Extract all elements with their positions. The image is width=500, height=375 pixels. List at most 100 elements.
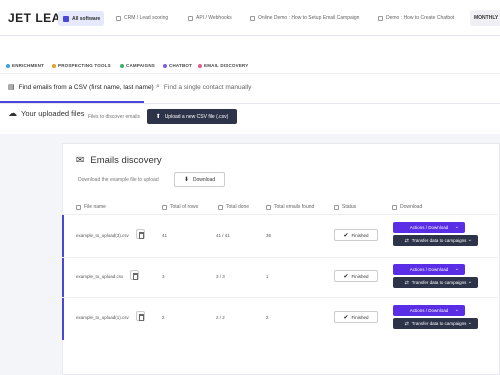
total-rows-cell: 41: [162, 233, 168, 238]
example-file-text: Download the example file to upload: [78, 177, 159, 183]
chevron-down-icon: ⌄: [467, 237, 472, 243]
actions-download-button[interactable]: Actions / Download ⌄: [393, 264, 465, 275]
nav-link-crm[interactable]: CRM / Lead scoring: [116, 15, 168, 21]
tab-csv[interactable]: ▤ Find emails from a CSV (first name, la…: [8, 83, 154, 92]
tab-single-label: Find a single contact manually: [163, 83, 252, 91]
chevron-down-icon: ⌄: [454, 307, 459, 313]
upload-csv-button[interactable]: ⬆ Upload a new CSV file (.csv): [147, 109, 237, 124]
actions-label: Actions / Download: [409, 308, 449, 313]
nav-link-label: Online Demo : How to Setup Email Campaig…: [258, 15, 360, 21]
column-header-label: Download: [400, 204, 423, 210]
transfer-icon: ⇄: [404, 320, 409, 327]
tab-single[interactable]: ⌕ Find a single contact manually: [156, 83, 251, 91]
status-label: Finished: [351, 314, 369, 320]
status-badge: ✔ Finished: [334, 229, 378, 241]
nav-link-demo-email[interactable]: Online Demo : How to Setup Email Campaig…: [250, 15, 359, 21]
file-icon: [76, 204, 81, 210]
plan-badge[interactable]: MONTHLY: [470, 10, 500, 26]
video-icon: [378, 15, 383, 21]
emails-found-cell: 1: [266, 274, 269, 279]
all-software-label: All software: [72, 15, 101, 22]
file-name-cell: example_to_upload(1).csv: [76, 315, 129, 320]
subnav-chatbot[interactable]: CHATBOT: [163, 63, 192, 68]
subnav-email-discovery[interactable]: EMAIL DISCOVERY: [198, 63, 249, 68]
subnav-label: EMAIL DISCOVERY: [204, 63, 249, 68]
subnav-label: PROSPECTING TOOLS: [58, 63, 111, 68]
column-header-label: Total emails found: [274, 204, 315, 210]
search-icon: ⌕: [156, 83, 160, 90]
column-header-total-rows: Total of rows: [162, 204, 198, 210]
row-accent: [62, 258, 64, 300]
column-header-emails-found: Total emails found: [266, 204, 314, 210]
download-example-button[interactable]: ⬇ Download: [174, 172, 225, 187]
download-example-label: Download: [192, 176, 216, 183]
file-name-cell: example_to_upload(3).csv: [76, 233, 129, 238]
actions-download-button[interactable]: Actions / Download ⌄: [393, 305, 465, 316]
envelope-icon: ✉: [76, 155, 85, 166]
product-subnav: ENRICHMENT PROSPECTING TOOLS CAMPAIGNS C…: [0, 58, 500, 74]
nav-link-label: CRM / Lead scoring: [124, 15, 169, 21]
nav-link-label: API / Webhooks: [196, 15, 232, 21]
top-navbar: JET LEADS All software CRM / Lead scorin…: [0, 0, 500, 36]
file-icon: ▤: [8, 84, 15, 91]
all-software-button[interactable]: All software: [58, 11, 104, 26]
enrichment-icon: [6, 63, 10, 68]
actions-download-button[interactable]: Actions / Download ⌄: [393, 222, 465, 233]
trash-icon[interactable]: [130, 270, 139, 280]
chevron-down-icon: ⌄: [467, 320, 472, 326]
subnav-enrichment[interactable]: ENRICHMENT: [6, 63, 44, 68]
tab-csv-label: Find emails from a CSV (first name, last…: [18, 83, 154, 91]
nav-link-api[interactable]: API / Webhooks: [188, 15, 232, 21]
subnav-campaigns[interactable]: CAMPAIGNS: [120, 63, 155, 68]
transfer-campaigns-button[interactable]: ⇄ Transfer data to campaigns ⌄: [393, 235, 478, 246]
chevron-down-icon: ⌄: [454, 224, 459, 230]
chevron-down-icon: ⌄: [454, 266, 459, 272]
transfer-label: Transfer data to campaigns: [411, 280, 467, 285]
actions-label: Actions / Download: [409, 267, 449, 272]
prospecting-icon: [52, 63, 56, 68]
emails-found-cell: 2: [266, 315, 269, 320]
check-icon: [218, 204, 223, 210]
nav-link-demo-chatbot[interactable]: Demo : How to Create Chatbot: [378, 15, 454, 21]
column-header-label: File name: [84, 204, 106, 210]
subnav-label: ENRICHMENT: [12, 63, 44, 68]
upload-csv-label: Upload a new CSV file (.csv): [164, 113, 229, 120]
api-icon: [188, 15, 193, 21]
row-accent: [62, 215, 64, 257]
file-name-cell: example_to_upload.csv: [76, 274, 124, 279]
cloud-icon: ☁: [8, 108, 17, 118]
trash-icon[interactable]: [136, 311, 145, 321]
column-header-status: Status: [334, 204, 356, 210]
uploaded-files-subtitle: Files to discover emails: [88, 114, 140, 120]
upload-icon: ⬆: [155, 114, 161, 120]
chevron-down-icon: ⌄: [467, 279, 472, 285]
campaigns-icon: [120, 63, 124, 68]
total-rows-cell: 2: [162, 315, 165, 320]
transfer-campaigns-button[interactable]: ⇄ Transfer data to campaigns ⌄: [393, 318, 478, 329]
transfer-icon: ⇄: [404, 237, 409, 244]
column-header-download: Download: [392, 204, 422, 210]
subnav-label: CHATBOT: [169, 63, 193, 68]
transfer-label: Transfer data to campaigns: [411, 321, 467, 326]
emails-found-cell: 36: [266, 233, 272, 238]
subnav-prospecting[interactable]: PROSPECTING TOOLS: [52, 63, 111, 68]
column-header-total-done: Total done: [218, 204, 249, 210]
tab-divider: [0, 103, 500, 104]
column-header-label: Total done: [226, 204, 250, 210]
total-rows-cell: 3: [162, 274, 165, 279]
total-done-cell: 2 / 2: [216, 315, 225, 320]
status-label: Finished: [351, 273, 369, 279]
emails-discovery-heading: Emails discovery: [90, 155, 162, 166]
trash-icon[interactable]: [136, 229, 145, 239]
status-label: Finished: [351, 232, 369, 238]
transfer-campaigns-button[interactable]: ⇄ Transfer data to campaigns ⌄: [393, 277, 478, 288]
check-icon: ✔: [343, 314, 349, 321]
transfer-label: Transfer data to campaigns: [411, 238, 467, 243]
download-icon: ⬇: [183, 177, 189, 183]
download-icon: [392, 204, 397, 210]
video-icon: [250, 15, 255, 21]
status-icon: [334, 204, 339, 210]
check-icon: ✔: [343, 232, 349, 239]
total-done-cell: 41 / 41: [216, 233, 230, 238]
status-badge: ✔ Finished: [334, 270, 378, 282]
